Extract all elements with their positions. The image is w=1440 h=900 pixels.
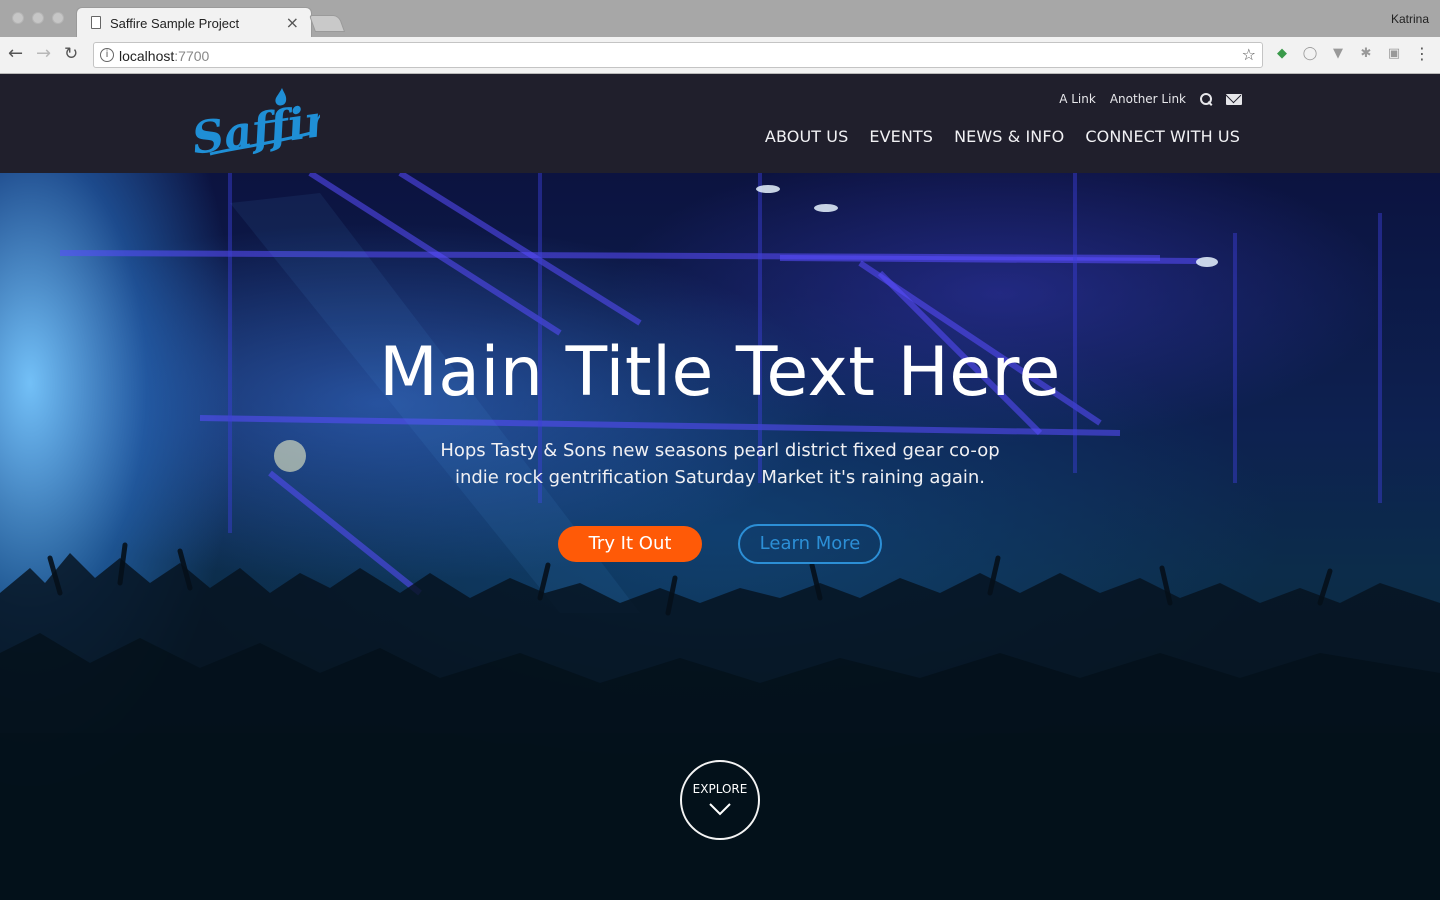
back-button[interactable]: ← bbox=[8, 44, 23, 64]
new-tab-button[interactable] bbox=[308, 15, 346, 32]
browser-tab[interactable]: Saffire Sample Project × bbox=[76, 7, 312, 37]
nav-connect-with-us[interactable]: CONNECT WITH US bbox=[1085, 127, 1240, 146]
explore-button[interactable]: EXPLORE bbox=[680, 760, 760, 840]
try-it-out-button[interactable]: Try It Out bbox=[558, 526, 702, 562]
vue-devtools-icon[interactable]: ▼ bbox=[1330, 46, 1346, 62]
browser-menu-icon[interactable]: ⋮ bbox=[1414, 46, 1430, 62]
minimize-window-button[interactable] bbox=[32, 12, 44, 24]
svg-text:Saffire: Saffire bbox=[190, 91, 320, 164]
forward-button[interactable]: → bbox=[36, 44, 51, 64]
hero-title: Main Title Text Here bbox=[379, 333, 1061, 412]
profile-name[interactable]: Katrina bbox=[1391, 12, 1429, 26]
browser-titlebar: Saffire Sample Project × Katrina bbox=[0, 0, 1440, 37]
hero-subtitle: Hops Tasty & Sons new seasons pearl dist… bbox=[440, 440, 1000, 488]
nav-events[interactable]: EVENTS bbox=[869, 127, 933, 146]
page-icon bbox=[91, 16, 101, 29]
bookmark-star-icon[interactable]: ☆ bbox=[1242, 45, 1256, 64]
utility-link-another-link[interactable]: Another Link bbox=[1110, 92, 1186, 106]
browser-toolbar: ← → ↻ i localhost:7700 ☆ ◆ ◯ ▼ ✱ ▣ ⋮ bbox=[0, 37, 1440, 74]
tab-title: Saffire Sample Project bbox=[110, 16, 240, 31]
url-host: localhost bbox=[119, 48, 175, 64]
extension-icon[interactable]: ▣ bbox=[1386, 46, 1402, 62]
utility-link-a-link[interactable]: A Link bbox=[1059, 92, 1096, 106]
reload-button[interactable]: ↻ bbox=[64, 44, 78, 64]
mail-icon[interactable] bbox=[1226, 93, 1242, 105]
main-nav: ABOUT US EVENTS NEWS & INFO CONNECT WITH… bbox=[765, 127, 1240, 146]
chevron-down-icon bbox=[709, 803, 731, 816]
extension-icon[interactable]: ◆ bbox=[1274, 46, 1290, 62]
site-logo[interactable]: Saffire bbox=[189, 82, 359, 165]
site-header: Saffire A Link Another Link ABOUT US EVE… bbox=[0, 74, 1440, 173]
nav-about-us[interactable]: ABOUT US bbox=[765, 127, 848, 146]
search-icon[interactable] bbox=[1200, 93, 1212, 105]
explore-label: EXPLORE bbox=[692, 782, 748, 796]
extension-icon[interactable]: ✱ bbox=[1358, 46, 1374, 62]
address-bar[interactable]: i localhost:7700 ☆ bbox=[93, 42, 1263, 68]
zoom-window-button[interactable] bbox=[52, 12, 64, 24]
info-icon[interactable]: i bbox=[100, 48, 114, 62]
extension-icon[interactable]: ◯ bbox=[1302, 46, 1318, 62]
hero-section: Main Title Text Here Hops Tasty & Sons n… bbox=[0, 173, 1440, 900]
close-window-button[interactable] bbox=[12, 12, 24, 24]
url-port: :7700 bbox=[174, 48, 210, 64]
learn-more-button[interactable]: Learn More bbox=[738, 524, 882, 564]
url-text[interactable]: localhost:7700 bbox=[119, 48, 209, 64]
utility-nav: A Link Another Link bbox=[1059, 92, 1242, 106]
nav-news-info[interactable]: NEWS & INFO bbox=[954, 127, 1064, 146]
tab-close-icon[interactable]: × bbox=[286, 13, 299, 32]
